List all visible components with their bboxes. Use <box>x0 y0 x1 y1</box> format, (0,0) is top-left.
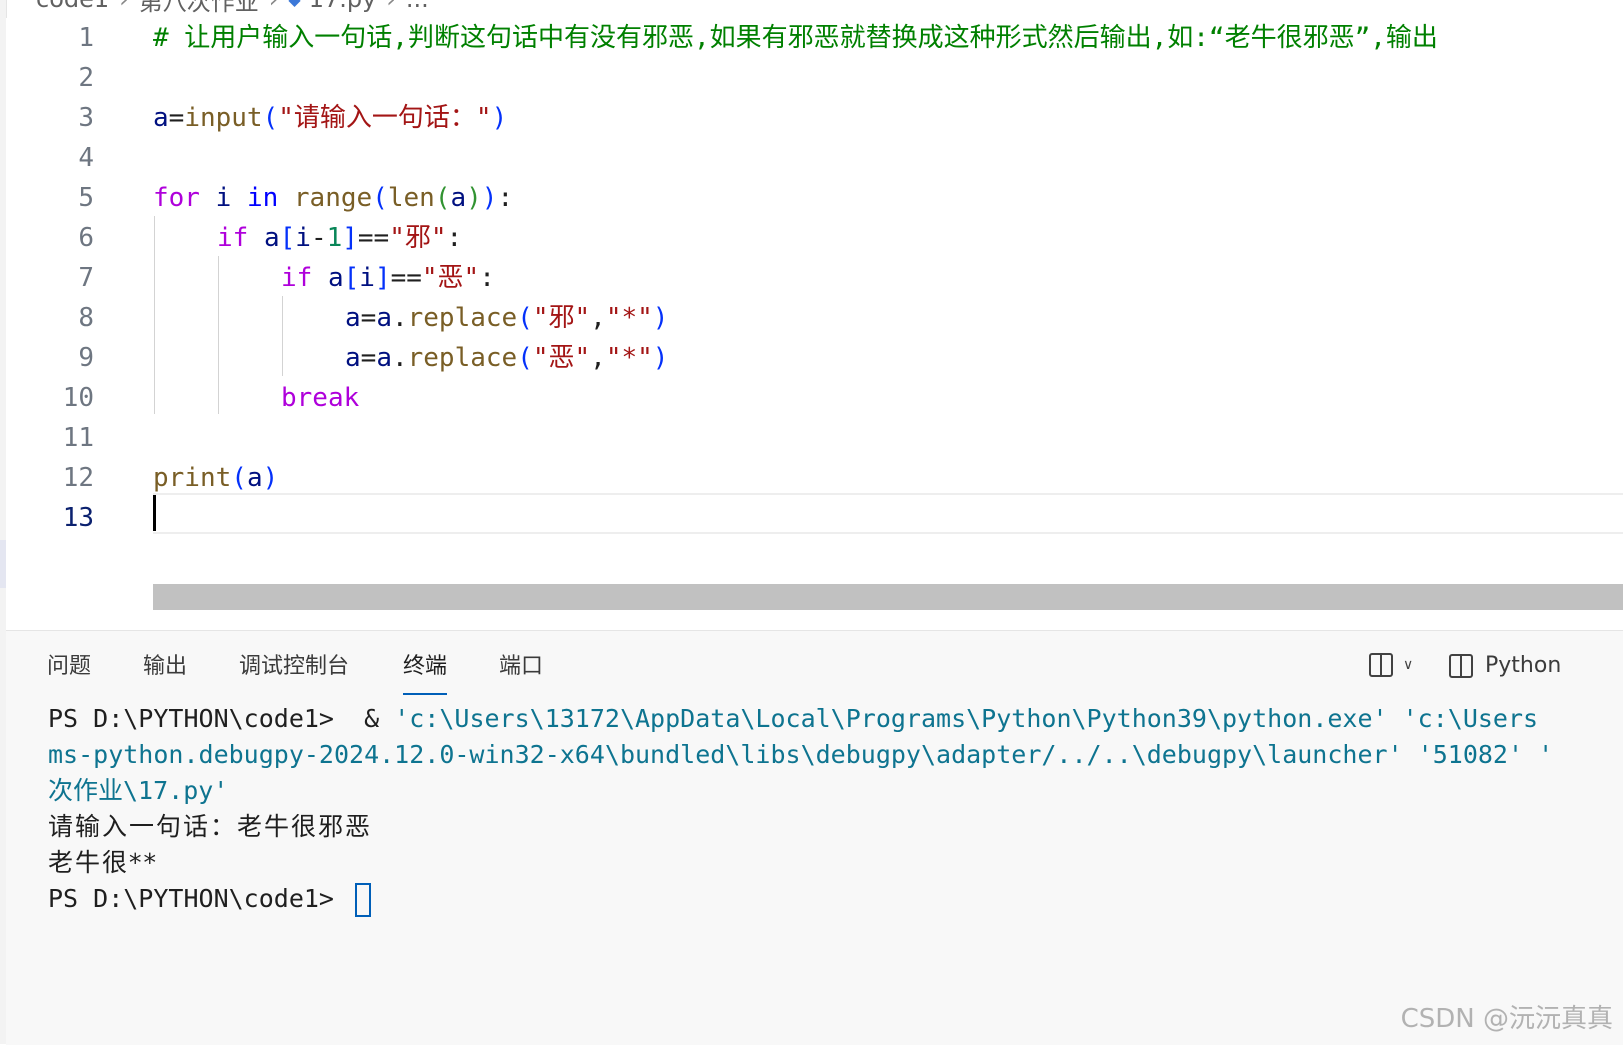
tab-ports[interactable]: 端口 <box>499 651 543 693</box>
terminal-profile-tab[interactable]: Python <box>1449 653 1561 678</box>
terminal-profile-label: Python <box>1485 653 1562 678</box>
code-line[interactable]: 12 print(a) <box>6 458 1623 498</box>
split-panel-icon <box>1369 653 1393 677</box>
code-text: if a[i-1]=="邪": <box>217 223 463 253</box>
line-number: 1 <box>78 23 94 53</box>
chevron-right-icon: › <box>269 0 279 13</box>
code-text: break <box>281 383 360 413</box>
code-line-current[interactable]: 13 <box>6 498 1623 538</box>
terminal-line: 老牛很** <box>48 848 159 877</box>
code-text: a=input("请输入一句话：") <box>153 103 508 133</box>
text-cursor <box>153 495 156 531</box>
code-line[interactable]: 2 <box>6 58 1623 98</box>
breadcrumb: code1 › 第八次作业 › ◆ 17.py › ... <box>36 0 429 16</box>
terminal-line: PS D:\PYTHON\code1> <box>48 881 1623 917</box>
line-number: 11 <box>62 423 94 453</box>
chevron-down-icon[interactable]: ∨ <box>1403 657 1413 673</box>
code-line[interactable]: 4 <box>6 138 1623 178</box>
code-text: if a[i]=="恶": <box>281 263 495 293</box>
line-number: 2 <box>78 63 94 93</box>
breadcrumb-file[interactable]: 17.py <box>309 0 377 13</box>
breadcrumb-folder[interactable]: code1 <box>36 0 109 13</box>
code-line[interactable]: 7 if a[i]=="恶": <box>6 258 1623 298</box>
tab-problems[interactable]: 问题 <box>47 651 91 693</box>
terminal-line: 请输入一句话：老牛很邪恶 <box>48 812 373 841</box>
code-line[interactable]: 11 <box>6 418 1623 458</box>
line-number: 10 <box>62 383 94 413</box>
code-comment: # 让用户输入一句话,判断这句话中有没有邪恶,如果有邪恶就替换成这种形式然后输出… <box>153 23 1438 53</box>
code-line[interactable]: 6 if a[i-1]=="邪": <box>6 218 1623 258</box>
line-number: 4 <box>78 143 94 173</box>
code-line[interactable]: 1 # 让用户输入一句话,判断这句话中有没有邪恶,如果有邪恶就替换成这种形式然后… <box>6 18 1623 58</box>
code-text: a=a.replace("恶","*") <box>345 343 669 373</box>
horizontal-scrollbar[interactable] <box>153 584 1623 610</box>
tab-debug-console[interactable]: 调试控制台 <box>239 651 349 693</box>
code-line[interactable]: 5 for i in range(len(a)): <box>6 178 1623 218</box>
line-number: 8 <box>78 303 94 333</box>
code-editor[interactable]: 1 # 让用户输入一句话,判断这句话中有没有邪恶,如果有邪恶就替换成这种形式然后… <box>6 18 1623 630</box>
line-number: 6 <box>78 223 94 253</box>
terminal-cursor <box>355 883 372 917</box>
line-number: 13 <box>62 503 94 533</box>
chevron-right-icon: › <box>386 0 396 13</box>
line-number: 7 <box>78 263 94 293</box>
code-line[interactable]: 9 a=a.replace("恶","*") <box>6 338 1623 378</box>
watermark: CSDN @沅沅真真 <box>1400 1004 1613 1034</box>
terminal-line: 次作业\17.py' <box>48 776 229 805</box>
breadcrumb-folder[interactable]: 第八次作业 <box>139 0 259 17</box>
terminal-output[interactable]: PS D:\PYTHON\code1> & 'c:\Users\13172\Ap… <box>48 701 1623 917</box>
code-text: for i in range(len(a)): <box>153 183 514 213</box>
python-file-icon: ◆ <box>288 0 300 9</box>
terminal-split-icon <box>1449 653 1473 678</box>
tab-terminal[interactable]: 终端 <box>403 651 448 695</box>
code-line[interactable]: 8 a=a.replace("邪","*") <box>6 298 1623 338</box>
tab-output[interactable]: 输出 <box>143 651 187 693</box>
code-text: a=a.replace("邪","*") <box>345 303 669 333</box>
code-line[interactable]: 3 a=input("请输入一句话：") <box>6 98 1623 138</box>
code-line[interactable]: 10 break <box>6 378 1623 418</box>
bottom-panel: 问题 输出 调试控制台 终端 端口 ∨ Python PS D:\PYTHON\… <box>6 630 1623 1045</box>
terminal-line: PS D:\PYTHON\code1> & 'c:\Users\13172\Ap… <box>48 704 1539 733</box>
terminal-line: ms-python.debugpy-2024.12.0-win32-x64\bu… <box>48 740 1554 769</box>
line-number: 3 <box>78 103 94 133</box>
code-text: print(a) <box>153 463 279 493</box>
line-number: 12 <box>62 463 94 493</box>
line-number: 9 <box>78 343 94 373</box>
split-terminal-button[interactable]: ∨ <box>1369 653 1413 677</box>
chevron-right-icon: › <box>119 0 129 13</box>
breadcrumb-more[interactable]: ... <box>406 0 429 13</box>
line-number: 5 <box>78 183 94 213</box>
